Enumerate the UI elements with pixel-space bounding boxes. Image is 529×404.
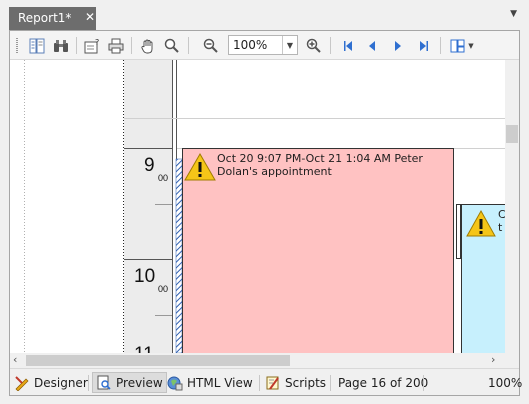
report-panel: ? 100% ▼ ▼ 9 00 10 00 Oct 20 9:07 PM-Oct… <box>9 30 522 396</box>
html-view-label: HTML View <box>187 375 253 390</box>
zoom-value: 100% <box>233 38 268 52</box>
scroll-left-icon[interactable]: ‹ <box>13 353 17 366</box>
preview-tab[interactable]: Preview <box>92 372 167 393</box>
document-map-icon <box>29 38 45 53</box>
toolbar-separator <box>76 37 77 54</box>
scripts-label: Scripts <box>285 375 327 390</box>
appointment-text: C t <box>498 208 505 234</box>
statusbar-separator <box>88 375 89 391</box>
statusbar-separator <box>330 375 331 391</box>
scheduler-page: 9 00 10 00 11 Oct 20 9:0 <box>24 60 505 353</box>
toolbar-grip[interactable] <box>16 38 18 53</box>
hour-label: 11 <box>134 344 154 353</box>
magnifier-button[interactable] <box>161 35 183 56</box>
hand-icon <box>141 39 153 53</box>
statusbar-separator <box>423 375 424 391</box>
preview-label: Preview <box>116 375 163 390</box>
zoom-out-icon <box>203 38 218 53</box>
time-ruler <box>124 60 172 353</box>
scripts-icon <box>266 376 279 390</box>
statusbar-separator <box>259 375 260 391</box>
multiple-pages-button[interactable]: ▼ <box>447 35 477 56</box>
binoculars-icon <box>54 39 68 52</box>
magnifier-icon <box>164 38 179 53</box>
html-view-tab[interactable]: HTML View <box>167 372 253 393</box>
appointment-status-strip <box>456 204 461 259</box>
document-tabstrip: Report1* ✕ ▼ <box>0 0 529 30</box>
zoom-indicator-label: 100% <box>488 375 523 390</box>
chevron-down-icon[interactable]: ▼ <box>282 36 297 54</box>
tab-title: Report1* <box>18 11 72 25</box>
zoom-in-icon <box>306 38 321 53</box>
designer-label: Designer <box>34 375 88 390</box>
previous-page-icon <box>369 40 375 51</box>
busy-status-strip <box>175 158 183 353</box>
toolbar-separator <box>131 37 132 54</box>
last-page-icon <box>420 40 428 51</box>
minute-label: 00 <box>158 284 168 294</box>
first-page-button[interactable] <box>338 35 358 56</box>
hour-label: 9 <box>144 155 155 176</box>
zoom-out-button[interactable] <box>200 35 222 56</box>
next-page-icon <box>395 40 401 51</box>
search-button[interactable] <box>50 35 72 56</box>
designer-icon <box>15 375 29 391</box>
first-page-icon <box>344 40 352 51</box>
scroll-right-icon[interactable]: › <box>491 353 495 366</box>
designer-tab[interactable]: Designer <box>14 372 88 393</box>
hand-tool-button[interactable] <box>137 35 159 56</box>
toolbar-separator <box>188 37 189 54</box>
page-info: Page 16 of 200 <box>338 372 428 393</box>
page-info-label: Page 16 of 200 <box>338 375 429 390</box>
report-preview-viewport[interactable]: 9 00 10 00 11 Oct 20 9:0 <box>10 60 505 353</box>
scripts-tab[interactable]: Scripts <box>265 372 326 393</box>
tab-report1[interactable]: Report1* ✕ <box>9 7 96 30</box>
previous-page-button[interactable] <box>362 35 382 56</box>
appointment-text: Oct 20 9:07 PM-Oct 21 1:04 AM Peter Dola… <box>217 152 423 178</box>
preview-icon <box>97 375 111 390</box>
hour-label: 10 <box>134 266 155 287</box>
chevron-down-icon: ▼ <box>468 41 474 50</box>
horizontal-scrollbar[interactable]: ‹ › <box>10 353 519 368</box>
close-icon[interactable]: ✕ <box>85 10 95 24</box>
multiple-pages-icon <box>450 39 465 52</box>
next-page-button[interactable] <box>388 35 408 56</box>
zoom-in-button[interactable] <box>303 35 325 56</box>
last-page-button[interactable] <box>414 35 434 56</box>
printer-icon <box>108 38 124 53</box>
preview-toolbar: ? 100% ▼ ▼ <box>10 31 519 60</box>
horizontal-scroll-thumb[interactable] <box>26 355 290 366</box>
document-map-button[interactable] <box>26 35 48 56</box>
page-setup-icon: ? <box>84 38 99 53</box>
svg-text:?: ? <box>95 38 99 47</box>
vertical-scroll-thumb[interactable] <box>506 125 518 143</box>
zoom-combobox[interactable]: 100% ▼ <box>228 35 298 55</box>
vertical-scrollbar[interactable] <box>505 60 519 353</box>
status-bar: Designer Preview HTML View Scripts Page … <box>10 368 522 395</box>
zoom-indicator[interactable]: 100% <box>488 372 522 393</box>
toolbar-separator <box>330 37 331 54</box>
print-button[interactable] <box>105 35 127 56</box>
html-view-icon <box>167 376 183 390</box>
minute-label: 00 <box>158 173 168 183</box>
tab-list-dropdown-icon[interactable]: ▼ <box>510 9 517 19</box>
page-setup-button[interactable]: ? <box>81 35 103 56</box>
toolbar-separator <box>440 37 441 54</box>
